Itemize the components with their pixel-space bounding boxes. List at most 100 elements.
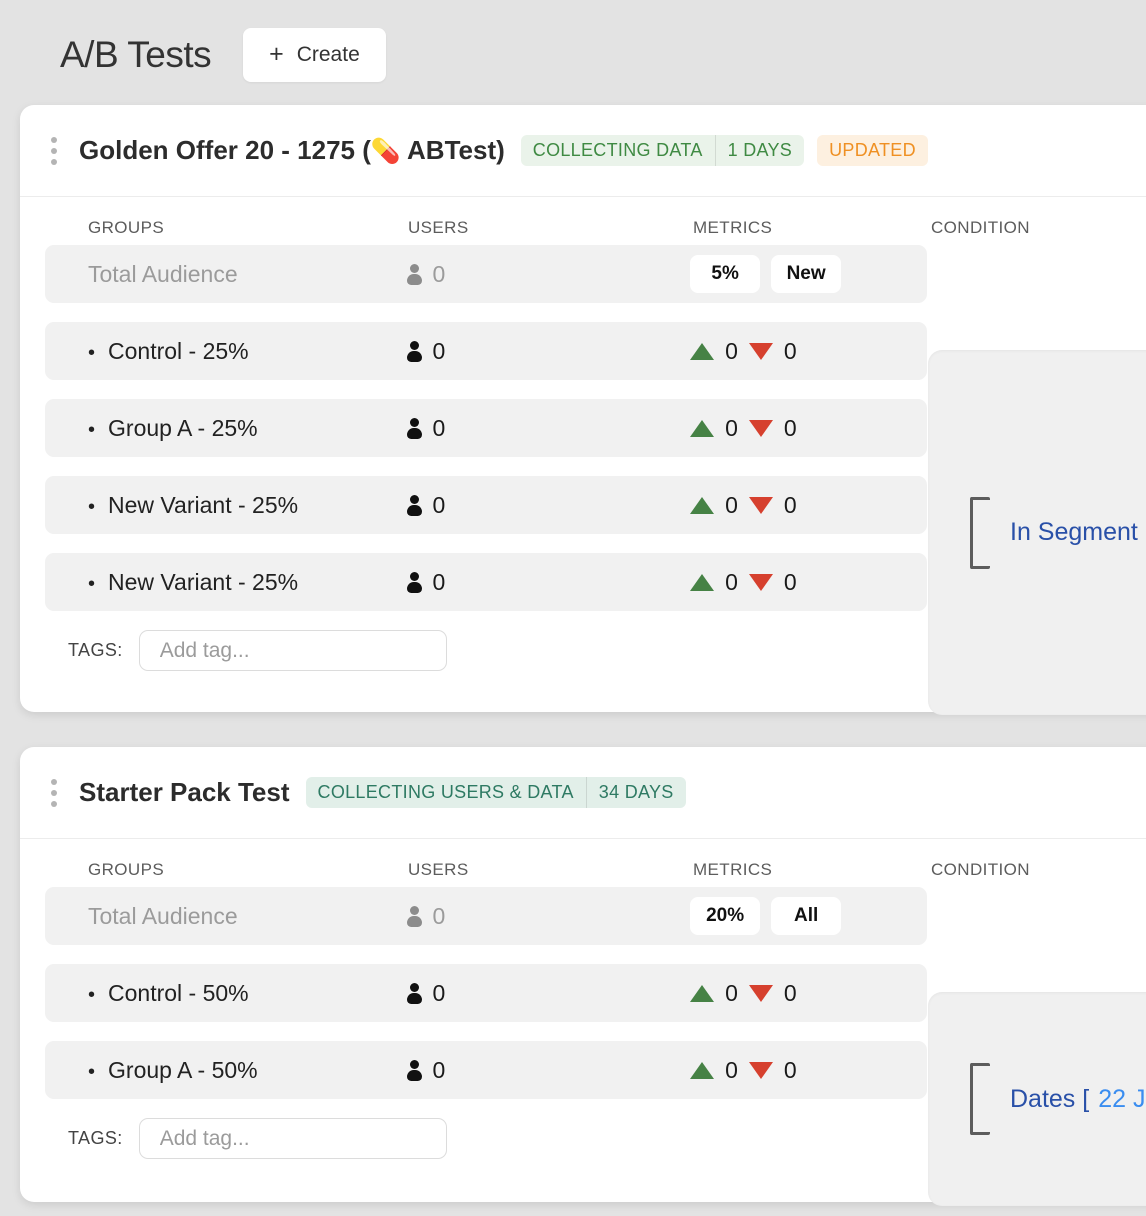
cell-metrics: 0 0 [690,492,927,519]
triangle-down-icon [748,342,773,360]
column-header-condition: CONDITION [931,218,1030,237]
metric-down-value: 0 [783,1056,797,1083]
users-count: 0 [432,902,446,929]
cell-group-name: • Control - 25% [45,338,406,365]
users-count: 0 [432,260,446,287]
pill-emoji-icon: 💊 [370,138,401,165]
total-audience-label: Total Audience [88,260,238,287]
status-badge-duration: 34 DAYS [585,777,686,808]
card-title-suffix: ABTest) [400,135,505,165]
table-row-total-audience[interactable]: Total Audience 0 5% New [45,245,927,303]
group-name: Control - 25% [108,337,249,364]
status-badge-state: COLLECTING USERS & DATA [317,782,574,802]
cell-group-name: • New Variant - 25% [45,569,406,596]
condition-box[interactable]: In Segment [928,350,1146,715]
column-header-metrics: METRICS [693,218,773,237]
status-badge: COLLECTING USERS & DATA 34 DAYS [305,777,686,808]
bullet-icon: • [88,341,96,364]
metric-up-value: 0 [725,337,738,364]
cell-metrics: 0 0 [690,415,927,442]
person-icon [406,982,423,1004]
table-row[interactable]: • New Variant - 25% 0 0 0 [45,553,927,611]
group-name: Group A - 50% [108,1056,258,1083]
group-name: New Variant - 25% [108,491,299,518]
updated-badge: UPDATED [817,135,928,166]
bracket-icon [970,496,990,569]
bullet-icon: • [88,983,96,1006]
cell-group-name: • New Variant - 25% [45,492,406,519]
table-row[interactable]: • Group A - 50% 0 0 0 [45,1041,927,1099]
cell-metrics: 0 0 [690,338,927,365]
column-headers: GROUPS USERS METRICS CONDITION [45,839,1146,887]
triangle-up-icon [690,1061,715,1079]
cell-metrics: 20% All [690,897,927,935]
tags-label: TAGS: [68,640,123,660]
create-button[interactable]: + Create [243,27,386,82]
person-icon [406,340,423,362]
table-row-total-audience[interactable]: Total Audience 0 20% All [45,887,927,945]
table-row[interactable]: • New Variant - 25% 0 0 0 [45,476,927,534]
card-body: GROUPS USERS METRICS CONDITION Total Aud… [20,197,1146,715]
card-title-text: Golden Offer 20 - 1275 ( [79,135,371,165]
group-name: Control - 50% [108,979,249,1006]
column-header-users: USERS [408,218,469,237]
condition-box[interactable]: Dates [22 Ja [928,992,1146,1206]
ab-test-card: Starter Pack Test COLLECTING USERS & DAT… [20,747,1146,1206]
metric-percent-pill[interactable]: 20% [690,897,761,935]
cell-users: 0 [406,338,690,365]
column-headers: GROUPS USERS METRICS CONDITION [45,197,1146,245]
group-name: New Variant - 25% [108,568,299,595]
card-title: Starter Pack Test [79,777,290,807]
groups-table: Total Audience 0 20% All • Control - 50% [45,887,927,1099]
card-header: Golden Offer 20 - 1275 (💊 ABTest) COLLEC… [20,105,1146,197]
cell-users: 0 [406,1057,690,1084]
person-icon [406,905,423,927]
condition-text: Dates [22 Ja [1010,1085,1146,1114]
column-header-condition: CONDITION [931,860,1030,879]
table-row[interactable]: • Group A - 25% 0 0 0 [45,399,927,457]
add-tag-input[interactable] [138,630,447,671]
plus-icon: + [269,40,284,68]
add-tag-input[interactable] [138,1118,447,1159]
triangle-up-icon [690,573,715,591]
cell-group-name: Total Audience [45,261,406,288]
status-badges: COLLECTING USERS & DATA 34 DAYS [305,777,686,808]
cell-group-name: • Group A - 25% [45,415,406,442]
triangle-down-icon [748,419,773,437]
person-icon [406,571,423,593]
metric-percent-pill[interactable]: 5% [690,255,761,293]
kebab-menu-icon[interactable] [45,776,63,810]
table-row[interactable]: • Control - 25% 0 0 0 [45,322,927,380]
triangle-up-icon [690,984,715,1002]
metric-down-value: 0 [783,414,797,441]
person-icon [406,1059,423,1081]
metric-audience-pill[interactable]: New [771,255,842,293]
metric-audience-pill[interactable]: All [771,897,842,935]
tags-label: TAGS: [68,1128,123,1148]
triangle-up-icon [690,419,715,437]
create-button-label: Create [296,42,360,66]
ab-tests-page: A/B Tests + Create Golden Offer 20 - 127… [0,0,1146,1216]
metric-up-value: 0 [725,414,738,441]
status-badge-state: COLLECTING DATA [532,140,703,160]
metric-down-value: 0 [783,568,797,595]
triangle-down-icon [748,1061,773,1079]
card-body: GROUPS USERS METRICS CONDITION Total Aud… [20,839,1146,1206]
person-icon [406,494,423,516]
page-header: A/B Tests + Create [0,0,1146,95]
kebab-menu-icon[interactable] [45,134,63,168]
condition-secondary: 22 Ja [1098,1084,1146,1113]
metric-up-value: 0 [725,568,738,595]
table-row[interactable]: • Control - 50% 0 0 0 [45,964,927,1022]
users-count: 0 [432,979,446,1006]
condition-primary: In Segment [1010,518,1138,546]
cell-group-name: • Control - 50% [45,980,406,1007]
bullet-icon: • [88,1060,96,1083]
bullet-icon: • [88,572,96,595]
cell-users: 0 [406,980,690,1007]
cell-users: 0 [406,415,690,442]
cell-users: 0 [406,261,690,288]
triangle-down-icon [748,573,773,591]
triangle-down-icon [748,496,773,514]
card-header: Starter Pack Test COLLECTING USERS & DAT… [20,747,1146,839]
